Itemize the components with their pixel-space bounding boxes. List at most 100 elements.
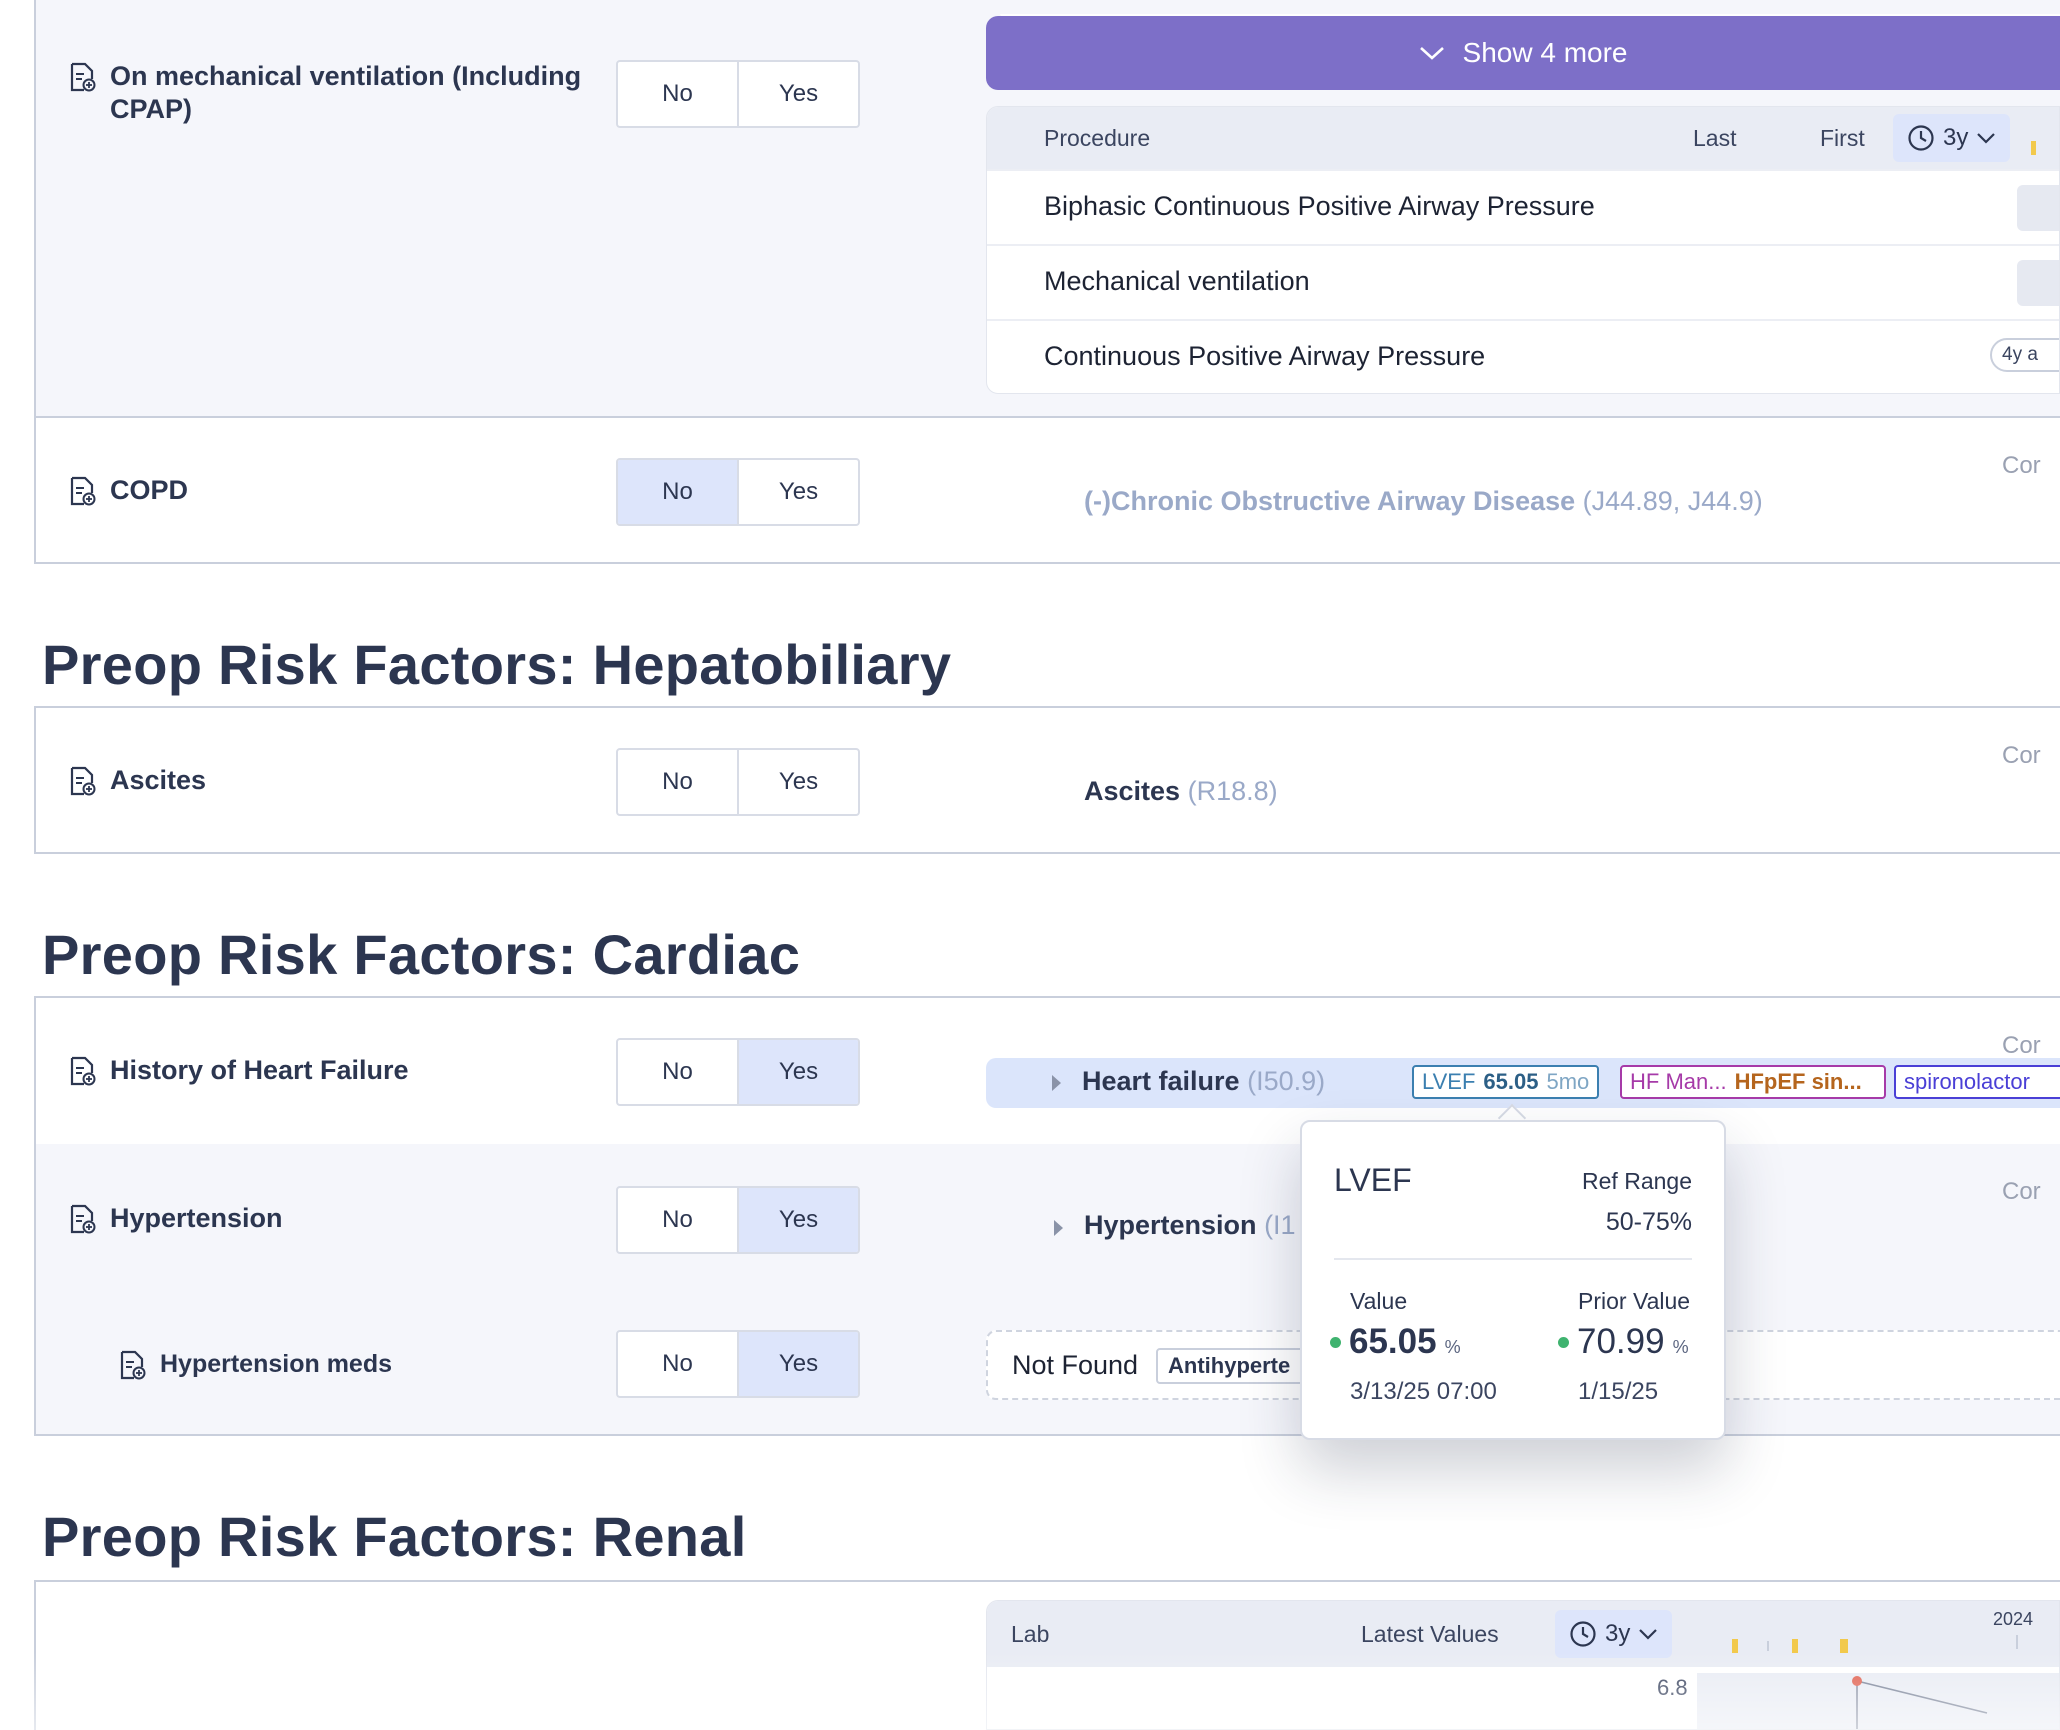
timeline-bar bbox=[2017, 185, 2059, 231]
col-latest-values[interactable]: Latest Values bbox=[1361, 1621, 1499, 1648]
show-more-button[interactable]: Show 4 more bbox=[986, 16, 2060, 90]
copd-label: COPD bbox=[110, 475, 189, 505]
copd-diagnosis-link[interactable]: (-)Chronic Obstructive Airway Disease (J… bbox=[1084, 486, 1763, 517]
document-plus-icon bbox=[70, 766, 96, 796]
lab-trend-sparkline bbox=[1697, 1673, 2059, 1729]
diagnosis-name: Heart failure bbox=[1082, 1066, 1240, 1096]
document-plus-icon bbox=[70, 476, 96, 506]
medication-label: spironolactor bbox=[1904, 1069, 2030, 1094]
document-plus-icon bbox=[120, 1350, 146, 1380]
procedure-table-header: Procedure Last First 3y bbox=[987, 107, 2059, 169]
procedure-name: Continuous Positive Airway Pressure bbox=[1044, 341, 1486, 371]
timeline-tick bbox=[1767, 1641, 1769, 1651]
hypertension-diagnosis[interactable]: Hypertension (I1 bbox=[1084, 1210, 1296, 1241]
table-row[interactable]: Continuous Positive Airway Pressure 4y a bbox=[987, 319, 2059, 393]
time-range-dropdown[interactable]: 3y bbox=[1893, 114, 2011, 162]
copd-toggle: No Yes bbox=[616, 458, 860, 526]
ascites-toggle: No Yes bbox=[616, 748, 860, 816]
mech-vent-yes-button[interactable]: Yes bbox=[737, 62, 858, 126]
mech-vent-toggle: No Yes bbox=[616, 60, 860, 128]
col-lab[interactable]: Lab bbox=[1011, 1621, 1049, 1648]
timeline-year-label: 2024 bbox=[1993, 1609, 2034, 1629]
col-last[interactable]: Last bbox=[1693, 125, 1736, 152]
clock-icon bbox=[1570, 1621, 1596, 1647]
copd-panel: COPD No Yes Cor (-)Chronic Obstructive A… bbox=[34, 416, 2060, 564]
mech-vent-label: On mechanical ventilation (Including CPA… bbox=[110, 61, 582, 124]
medication-class-chip[interactable]: Antihyperte bbox=[1156, 1348, 1306, 1384]
section-title-renal: Preop Risk Factors: Renal bbox=[42, 1505, 747, 1568]
prior-value-date: 1/15/25 bbox=[1578, 1378, 1659, 1405]
heart-failure-question: History of Heart Failure bbox=[68, 1054, 409, 1087]
hypertension-label: Hypertension bbox=[110, 1203, 283, 1233]
heart-failure-diagnosis-row[interactable]: Heart failure (I50.9) LVEF 65.05 5mo HF … bbox=[986, 1058, 2060, 1108]
heart-failure-diagnosis: Heart failure (I50.9) bbox=[1082, 1066, 1325, 1097]
table-row[interactable]: Mechanical ventilation bbox=[987, 244, 2059, 319]
hypertension-question: Hypertension bbox=[68, 1202, 283, 1235]
procedure-name: Mechanical ventilation bbox=[1044, 266, 1310, 296]
document-plus-icon bbox=[70, 1204, 96, 1234]
chevron-down-icon bbox=[1639, 1629, 1658, 1640]
lab-table-header: Lab Latest Values 3y 2024 bbox=[987, 1601, 2059, 1667]
heart-failure-toggle: No Yes bbox=[616, 1038, 860, 1106]
expand-caret-icon[interactable] bbox=[1054, 1220, 1063, 1236]
ascites-panel: Ascites No Yes Cor Ascites (R18.8) bbox=[34, 706, 2060, 854]
current-value-date: 3/13/25 07:00 bbox=[1350, 1378, 1497, 1405]
clock-icon bbox=[1908, 125, 1934, 151]
chevron-down-icon bbox=[1977, 133, 1996, 144]
status-dot bbox=[1558, 1336, 1569, 1348]
col-procedure[interactable]: Procedure bbox=[1044, 125, 1150, 152]
diagnosis-codes: (J44.89, J44.9) bbox=[1582, 486, 1763, 516]
hypertension-meds-question: Hypertension meds bbox=[118, 1348, 392, 1381]
ref-range-value: 50-75% bbox=[1605, 1208, 1692, 1236]
table-row[interactable]: 6.8 bbox=[987, 1667, 2059, 1729]
chevron-down-icon bbox=[1419, 47, 1444, 60]
timeline-tick bbox=[2031, 141, 2036, 155]
col-first[interactable]: First bbox=[1820, 125, 1865, 152]
current-value-unit: % bbox=[1444, 1337, 1461, 1357]
copd-no-button[interactable]: No bbox=[618, 460, 737, 524]
prior-value-label: Prior Value bbox=[1578, 1288, 1691, 1314]
value-label: Value bbox=[1350, 1288, 1408, 1314]
show-more-label: Show 4 more bbox=[1462, 37, 1628, 68]
table-row[interactable]: Biphasic Continuous Positive Airway Pres… bbox=[987, 169, 2059, 244]
timeline-tick bbox=[1732, 1639, 1738, 1653]
expand-caret-icon[interactable] bbox=[1052, 1075, 1061, 1091]
time-range-value: 3y bbox=[1943, 124, 1969, 151]
age-chip: 4y a bbox=[1990, 338, 2059, 372]
copd-yes-button[interactable]: Yes bbox=[737, 460, 858, 524]
medication-tag[interactable]: spironolactor bbox=[1894, 1065, 2060, 1099]
tooltip-title: LVEF bbox=[1334, 1162, 1412, 1198]
document-plus-icon bbox=[70, 1056, 96, 1086]
timeline-tick bbox=[1840, 1639, 1848, 1653]
ascites-diagnosis[interactable]: Ascites (R18.8) bbox=[1084, 776, 1278, 807]
mech-vent-no-button[interactable]: No bbox=[618, 62, 737, 126]
procedure-name: Biphasic Continuous Positive Airway Pres… bbox=[1044, 191, 1595, 221]
preop-assessment-page: On mechanical ventilation (Including CPA… bbox=[0, 0, 2060, 1730]
lvef-tag-age: 5mo bbox=[1546, 1069, 1590, 1094]
heart-failure-no-button[interactable]: No bbox=[618, 1040, 737, 1104]
hypertension-meds-no-button[interactable]: No bbox=[618, 1332, 737, 1396]
lab-time-range-dropdown[interactable]: 3y bbox=[1555, 1610, 1673, 1658]
timeline-bar bbox=[2017, 260, 2059, 306]
ascites-question: Ascites bbox=[68, 764, 206, 797]
hypertension-no-button[interactable]: No bbox=[618, 1188, 737, 1252]
con-column-label: Cor bbox=[2002, 452, 2041, 479]
ascites-yes-button[interactable]: Yes bbox=[737, 750, 858, 814]
hf-management-tag[interactable]: HF Man... HFpEF sin... bbox=[1620, 1065, 1886, 1099]
con-column-label: Cor bbox=[2002, 742, 2041, 769]
prior-value: 70.99 % bbox=[1558, 1322, 1689, 1362]
hypertension-yes-button[interactable]: Yes bbox=[737, 1188, 858, 1252]
status-dot bbox=[1330, 1336, 1341, 1348]
lvef-tag[interactable]: LVEF 65.05 5mo bbox=[1412, 1065, 1600, 1099]
diagnosis-codes: (R18.8) bbox=[1187, 776, 1278, 806]
heart-failure-yes-button[interactable]: Yes bbox=[737, 1040, 858, 1104]
diagnosis-codes: (I50.9) bbox=[1247, 1066, 1326, 1096]
current-value: 65.05 % bbox=[1330, 1322, 1461, 1362]
timeline-year-tick bbox=[2016, 1635, 2018, 1649]
procedure-table: Procedure Last First 3y Biphasic Continu… bbox=[986, 106, 2060, 394]
hypertension-meds-yes-button[interactable]: Yes bbox=[737, 1332, 858, 1396]
ascites-no-button[interactable]: No bbox=[618, 750, 737, 814]
diagnosis-name: Ascites bbox=[1084, 776, 1181, 806]
current-value-number: 65.05 bbox=[1349, 1322, 1437, 1361]
diagnosis-name: (-)Chronic Obstructive Airway Disease bbox=[1084, 486, 1576, 516]
